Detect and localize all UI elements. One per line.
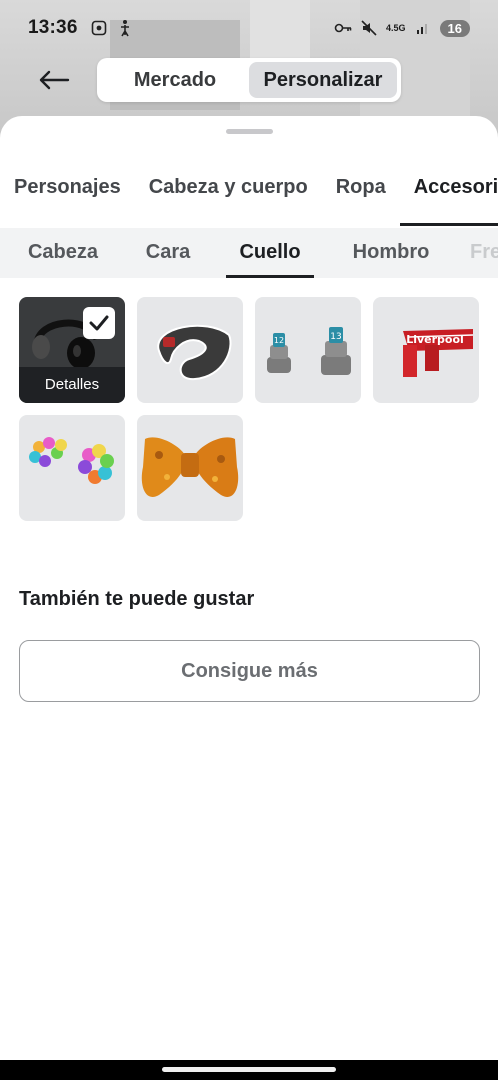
- bow-tie-icon: [141, 437, 239, 497]
- get-more-button[interactable]: Consigue más: [19, 640, 480, 702]
- scarf-icon: Liverpool: [403, 329, 474, 377]
- key-icon: [334, 19, 352, 37]
- segmented-control: Mercado Personalizar: [97, 58, 401, 102]
- mute-icon: [360, 19, 378, 37]
- screenshot-icon: [90, 19, 108, 37]
- balloons-icon: [29, 437, 114, 484]
- tab-ropa[interactable]: Ropa: [322, 164, 400, 226]
- subcategory-tabs: Cabeza Cara Cuello Hombro Frente: [0, 228, 498, 278]
- tab-personajes[interactable]: Personajes: [0, 164, 135, 226]
- arrow-left-icon: [39, 70, 70, 90]
- details-button[interactable]: Detalles: [19, 367, 125, 403]
- accessibility-icon: [116, 19, 134, 37]
- item-balloons[interactable]: [19, 415, 125, 521]
- home-gesture-bar[interactable]: [162, 1067, 336, 1072]
- item-headphones[interactable]: Detalles: [19, 297, 125, 403]
- subtab-cabeza[interactable]: Cabeza: [0, 228, 126, 278]
- subtab-frente[interactable]: Frente: [448, 228, 498, 278]
- svg-text:12: 12: [274, 336, 284, 345]
- segment-mercado[interactable]: Mercado: [101, 62, 249, 98]
- tab-accesorios[interactable]: Accesorios: [399, 164, 498, 226]
- tab-cabeza-y-cuerpo[interactable]: Cabeza y cuerpo: [135, 164, 322, 226]
- status-time: 13:36: [28, 17, 78, 38]
- top-nav: Mercado Personalizar: [0, 56, 498, 102]
- segment-personalizar[interactable]: Personalizar: [249, 62, 397, 98]
- signal-icon: [414, 19, 432, 37]
- recommend-heading: También te puede gustar: [19, 588, 255, 610]
- check-icon: [83, 307, 115, 339]
- customize-sheet: Personajes Cabeza y cuerpo Ropa Accesori…: [0, 116, 498, 1060]
- cakes-icon: 12 13: [267, 327, 351, 375]
- status-bar: 13:36 4.5G 16: [0, 0, 498, 56]
- battery-level: 16: [439, 19, 470, 37]
- subtab-cuello[interactable]: Cuello: [226, 228, 314, 278]
- svg-text:13: 13: [330, 332, 341, 342]
- item-neck-pillow[interactable]: [137, 297, 243, 403]
- item-cakes[interactable]: 12 13: [255, 297, 361, 403]
- scarf-text: Liverpool: [406, 333, 464, 346]
- subtab-cara[interactable]: Cara: [126, 228, 210, 278]
- subtab-hombro[interactable]: Hombro: [334, 228, 448, 278]
- network-type: 4.5G: [386, 22, 406, 33]
- item-scarf[interactable]: Liverpool: [373, 297, 479, 403]
- system-nav-bar: [0, 1060, 498, 1080]
- back-button[interactable]: [36, 62, 72, 98]
- category-tabs: Personajes Cabeza y cuerpo Ropa Accesori…: [0, 164, 498, 226]
- neck-pillow-icon: [157, 324, 232, 381]
- drag-handle[interactable]: [226, 129, 273, 134]
- item-bow-tie[interactable]: [137, 415, 243, 521]
